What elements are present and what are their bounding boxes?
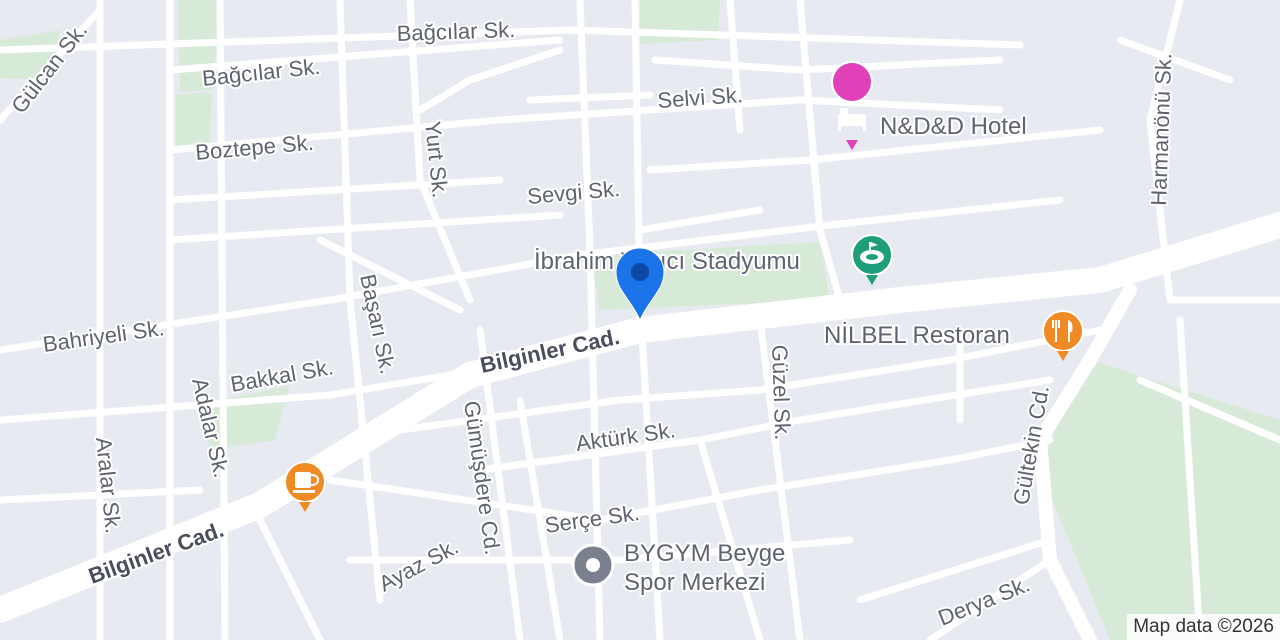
poi-label-gym-line1[interactable]: BYGYM Beyge xyxy=(622,538,787,569)
street-label-ayaz: Ayaz Sk. xyxy=(375,534,463,597)
street-label-bagcilar-top: Bağcılar Sk. xyxy=(396,17,515,46)
street-label-bagcilar-left: Bağcılar Sk. xyxy=(201,54,322,91)
street-label-bilginler-center: Bilginler Cad. xyxy=(478,324,622,378)
street-label-selvi: Selvi Sk. xyxy=(657,82,744,113)
street-label-akturk: Aktürk Sk. xyxy=(574,417,677,456)
place-dot-icon[interactable] xyxy=(571,543,615,587)
poi-label-restaurant[interactable]: NİLBEL Restoran xyxy=(822,320,1012,351)
poi-label-stadium[interactable]: İbrahim Yazıcı Stadyumu xyxy=(532,246,802,277)
street-label-gultekin: Gültekin Cd. xyxy=(1008,383,1054,507)
street-label-sevgi: Sevgi Sk. xyxy=(526,176,621,209)
street-label-bakkal: Bakkal Sk. xyxy=(229,354,336,397)
street-label-serce: Serçe Sk. xyxy=(543,500,641,538)
map-canvas[interactable]: Gülcan Sk. Bağcılar Sk. Bağcılar Sk. Boz… xyxy=(0,0,1280,640)
street-label-adalar: Adalar Sk. xyxy=(187,376,234,481)
street-label-derya: Derya Sk. xyxy=(935,571,1034,630)
map-labels: Gülcan Sk. Bağcılar Sk. Bağcılar Sk. Boz… xyxy=(4,15,1178,633)
fork-knife-icon[interactable] xyxy=(1042,310,1084,361)
street-label-gulcan: Gülcan Sk. xyxy=(6,18,92,118)
poi-label-gym-line2[interactable]: Spor Merkezi xyxy=(622,567,767,598)
street-label-boztepe: Boztepe Sk. xyxy=(194,130,314,165)
street-label-aralar: Aralar Sk. xyxy=(91,436,126,535)
street-label-yurt: Yurt Sk. xyxy=(420,120,453,199)
coffee-cup-icon[interactable] xyxy=(284,461,326,512)
stadium-icon[interactable] xyxy=(851,234,893,285)
street-label-basari: Başarı Sk. xyxy=(355,272,401,376)
street-label-guzel: Güzel Sk. xyxy=(767,344,795,440)
location-pin-icon[interactable] xyxy=(615,247,665,322)
street-label-gumusdere: Gümüşdere Cd. xyxy=(459,399,505,556)
street-label-harmanonu: Harmanönü Sk. xyxy=(1146,53,1176,207)
bed-icon[interactable] xyxy=(831,61,873,150)
poi-label-hotel[interactable]: N&D&D Hotel xyxy=(878,111,1029,142)
street-label-bahriyeli: Bahriyeli Sk. xyxy=(41,315,166,357)
map-attribution: Map data ©2026 xyxy=(1127,614,1280,640)
